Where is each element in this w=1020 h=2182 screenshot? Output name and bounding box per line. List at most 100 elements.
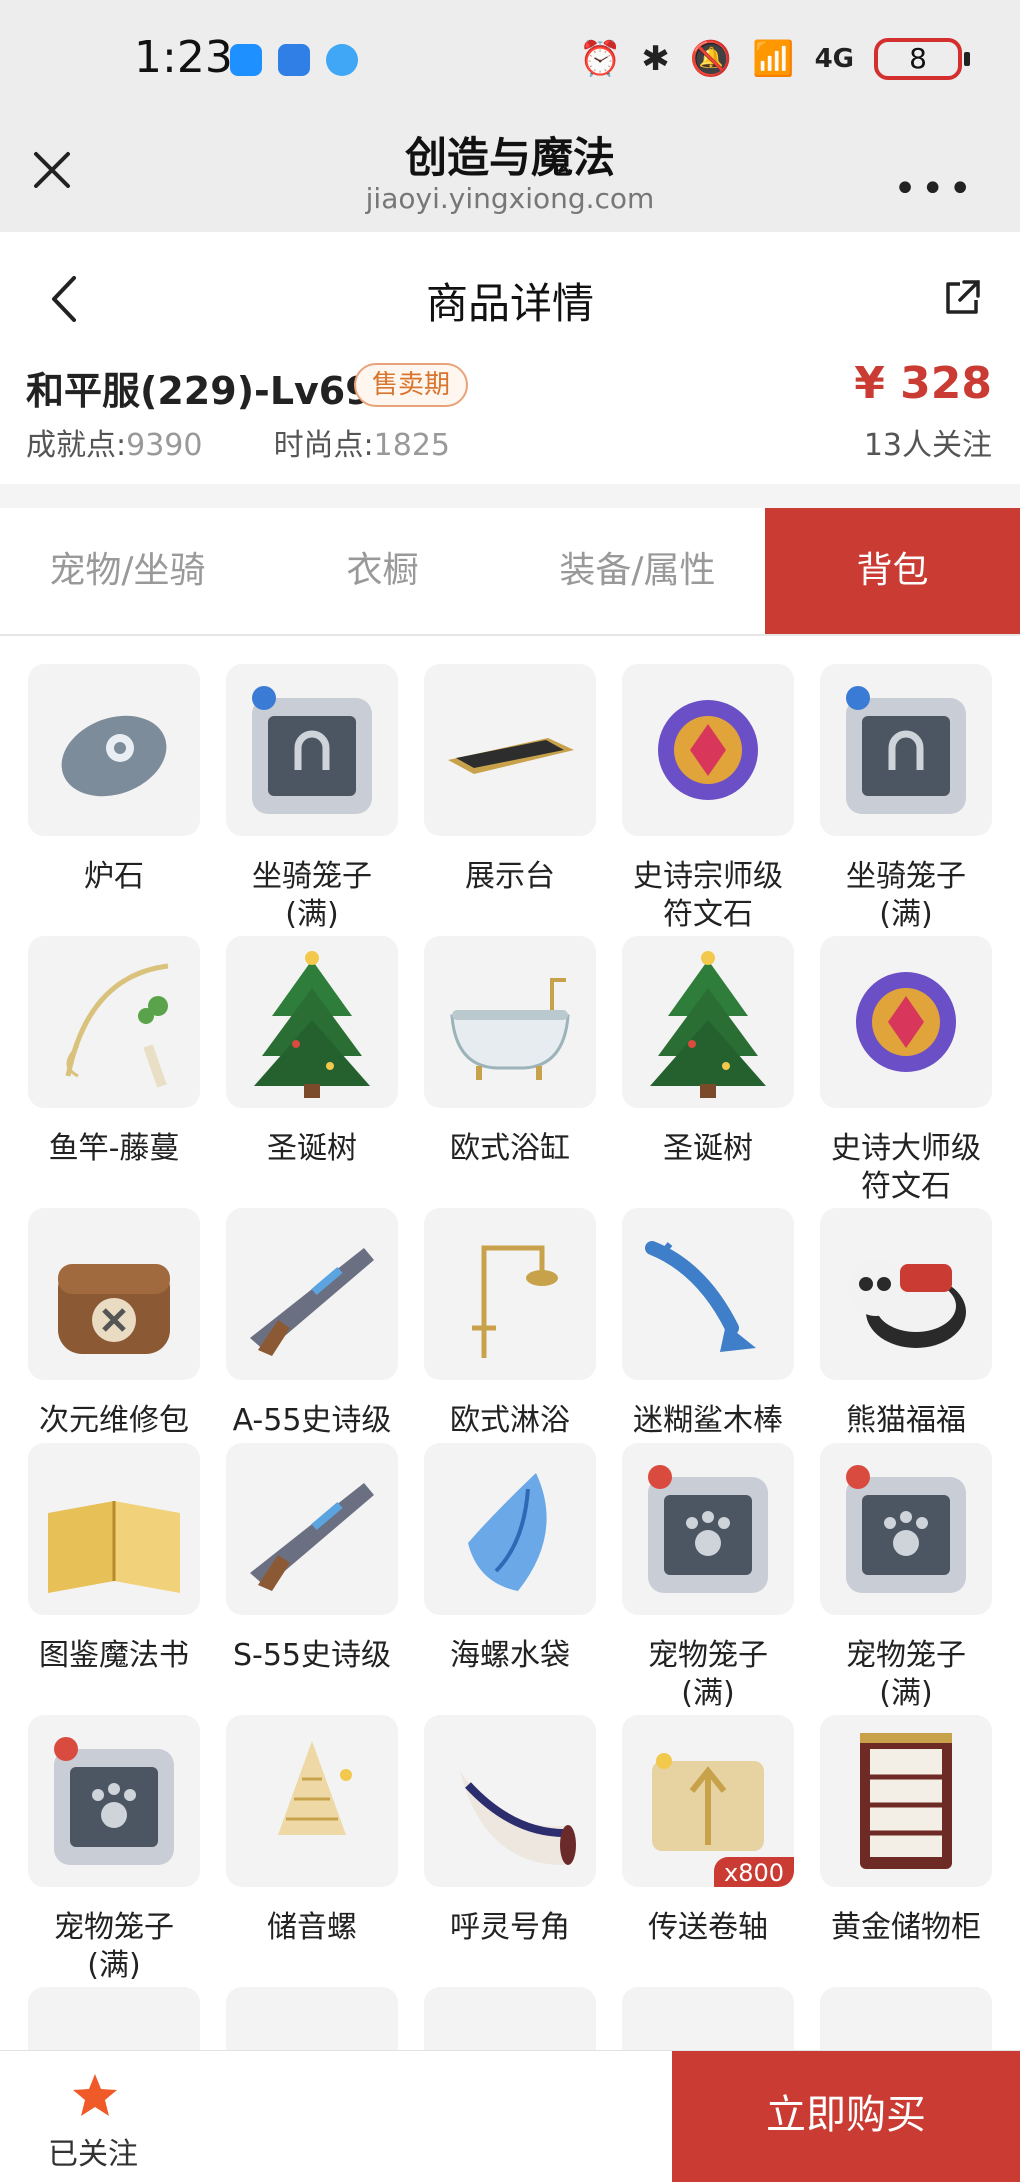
item-thumbnail[interactable] (820, 936, 992, 1108)
item-thumbnail[interactable] (28, 1443, 200, 1615)
sound-conch-icon (278, 1741, 352, 1835)
item-label: 图鉴魔法书 (39, 1638, 189, 1673)
status-bar: 1:23 ⏰ ✱ 🔕 📶 4G 8 (0, 0, 1020, 120)
item-thumbnail[interactable] (622, 1443, 794, 1615)
followed-label[interactable]: 已关注 (48, 2129, 138, 2173)
item-thumbnail[interactable] (226, 1208, 398, 1380)
product-name: 和平服(229)-Lv69 (26, 369, 372, 413)
item-label: 黄金储物柜 (831, 1910, 981, 1945)
item-thumbnail[interactable] (820, 1443, 992, 1615)
item-thumbnail-partial[interactable] (820, 1987, 992, 2050)
item-thumbnail[interactable] (820, 1715, 992, 1887)
item-label: 炉石 (84, 859, 144, 894)
item-label: 储音螺 (267, 1910, 357, 1945)
item-thumbnail[interactable] (424, 664, 596, 836)
bottom-action-bar: 已关注 立即购买 (0, 2050, 1020, 2182)
browser-app-icon (326, 44, 358, 76)
item-label: 海螺水袋 (450, 1638, 570, 1673)
browser-header: 创造与魔法 jiaoyi.yingxiong.com ••• (0, 120, 1020, 232)
item-label: 宠物笼子 (满) (54, 1910, 174, 1983)
item-thumbnail[interactable] (820, 1208, 992, 1380)
pet-cage-icon (54, 1737, 174, 1865)
fishing-rod-icon (65, 963, 169, 1088)
pet-cage-icon (846, 1465, 966, 1593)
gun-icon (250, 1248, 374, 1356)
shower-icon (472, 1245, 558, 1358)
product-header: 和平服(229)-Lv69 售卖期 ¥ 328 成就点:9390 时尚点:182… (0, 358, 1020, 484)
tab-pets-mounts[interactable]: 宠物/坐骑 (0, 508, 255, 634)
item-label: 次元维修包 (39, 1403, 189, 1438)
epic-rune-stone-icon (658, 700, 758, 800)
item-thumbnail[interactable] (28, 1208, 200, 1380)
mount-cage-icon (252, 686, 372, 814)
item-label: 展示台 (465, 859, 555, 894)
horn-icon (460, 1771, 576, 1865)
follower-count: 13人关注 (863, 428, 992, 463)
backpack-item-grid: 炉石 坐骑笼子 (满) 展示台 史诗宗师级 符文石 坐骑笼子 (满) 鱼竿-藤蔓 圣诞树 欧式浴缸圣… (0, 638, 1020, 2050)
mount-cage-icon (846, 686, 966, 814)
item-label: 欧式淋浴 (450, 1403, 570, 1438)
hearthstone-icon (61, 715, 167, 797)
item-thumbnail-partial[interactable] (622, 1987, 794, 2050)
item-label: 呼灵号角 (450, 1910, 570, 1945)
tab-wardrobe[interactable]: 衣橱 (255, 508, 510, 634)
item-thumbnail[interactable] (820, 664, 992, 836)
fashion-value: 1825 (373, 428, 451, 463)
epic-rune-stone-icon (856, 972, 956, 1072)
item-thumbnail[interactable]: x800 (622, 1715, 794, 1887)
item-thumbnail[interactable] (424, 936, 596, 1108)
item-label: 欧式浴缸 (450, 1131, 570, 1166)
item-thumbnail-partial[interactable] (226, 1987, 398, 2050)
product-price: ¥ 328 (854, 358, 992, 409)
item-label: 圣诞树 (663, 1131, 753, 1166)
item-thumbnail-partial[interactable] (424, 1987, 596, 2050)
status-time: 1:23 (134, 32, 233, 83)
item-label: 圣诞树 (267, 1131, 357, 1166)
tab-equipment-attributes[interactable]: 装备/属性 (510, 508, 765, 634)
tab-backpack[interactable]: 背包 (765, 508, 1020, 634)
display-stand-icon (448, 738, 574, 774)
section-divider (0, 484, 1020, 508)
quantity-badge: x800 (713, 1857, 794, 1887)
page-nav: 商品详情 (0, 232, 1020, 360)
repair-bag-icon (58, 1264, 170, 1354)
item-label: S-55史诗级 (232, 1638, 392, 1673)
item-label: 史诗宗师级 符文石 (633, 859, 783, 932)
battery-icon: 8 (874, 38, 970, 80)
status-icons: ⏰ ✱ 🔕 📶 4G 8 (579, 38, 970, 80)
star-icon[interactable] (70, 2071, 120, 2121)
item-label: 熊猫福福 (846, 1403, 966, 1438)
item-thumbnail[interactable] (28, 936, 200, 1108)
item-thumbnail[interactable] (622, 1208, 794, 1380)
status-badge: 售卖期 (354, 363, 469, 407)
item-thumbnail[interactable] (226, 1443, 398, 1615)
item-thumbnail[interactable] (622, 936, 794, 1108)
magic-book-icon (48, 1501, 180, 1593)
achievement-value: 9390 (126, 428, 203, 463)
wifi-icon: 📶 (752, 39, 795, 79)
item-thumbnail[interactable] (424, 1443, 596, 1615)
conch-water-bag-icon (468, 1473, 547, 1591)
item-thumbnail[interactable] (28, 1715, 200, 1887)
item-thumbnail[interactable] (424, 1208, 596, 1380)
item-label: 迷糊鲨木棒 (633, 1403, 783, 1438)
more-options-icon[interactable]: ••• (893, 166, 976, 212)
gun-icon (250, 1483, 374, 1591)
network-label: 4G (814, 44, 854, 74)
item-label: 宠物笼子 (满) (648, 1638, 768, 1711)
item-thumbnail[interactable] (226, 664, 398, 836)
shield-app-icon (230, 44, 262, 76)
buy-now-button[interactable]: 立即购买 (672, 2051, 1020, 2182)
item-thumbnail[interactable] (226, 1715, 398, 1887)
share-icon[interactable] (942, 278, 982, 318)
page-title: 商品详情 (425, 279, 594, 328)
item-thumbnail[interactable] (28, 664, 200, 836)
item-thumbnail[interactable] (622, 664, 794, 836)
item-thumbnail[interactable] (226, 936, 398, 1108)
item-thumbnail-partial[interactable] (28, 1987, 200, 2050)
item-thumbnail[interactable] (424, 1715, 596, 1887)
alarm-icon: ⏰ (579, 39, 622, 79)
achievement-label: 成就点: (26, 428, 127, 463)
bluetooth-icon: ✱ (641, 39, 670, 79)
browser-title: 创造与魔法 (404, 133, 615, 182)
